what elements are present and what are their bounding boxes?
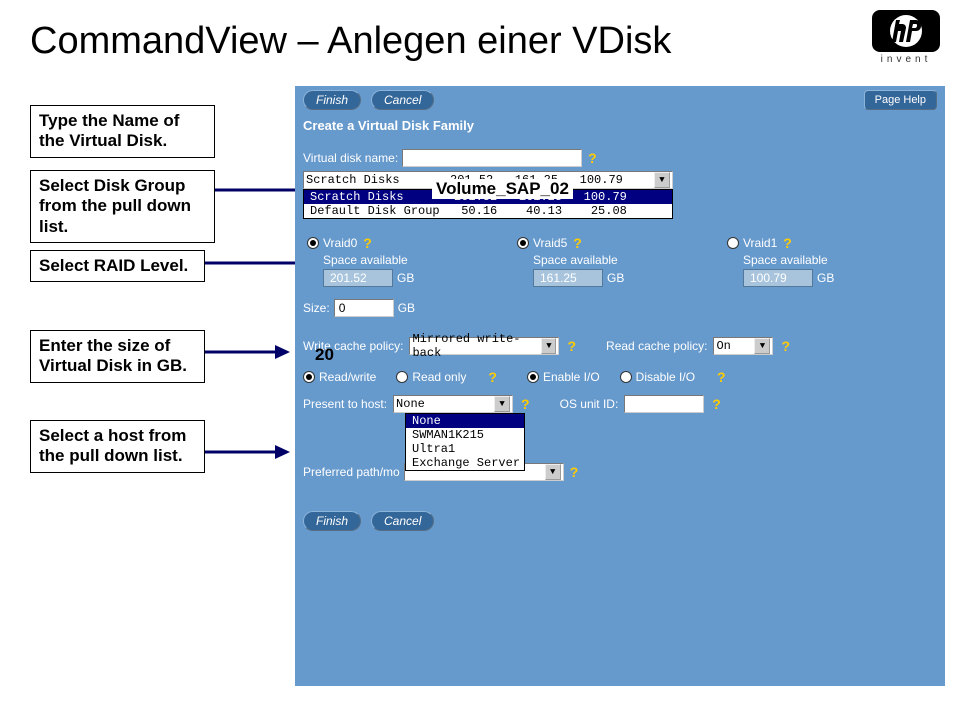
vdisk-name-input[interactable] [402, 149, 582, 167]
host-dropdown[interactable]: None SWMAN1K215 Ultra1 Exchange Server [405, 413, 525, 471]
help-icon[interactable]: ? [783, 235, 792, 251]
os-unit-id-label: OS unit ID: [560, 397, 619, 411]
help-icon[interactable]: ? [588, 150, 597, 166]
help-icon[interactable]: ? [567, 338, 576, 354]
help-icon[interactable]: ? [573, 235, 582, 251]
host-option[interactable]: None [406, 414, 524, 428]
help-icon[interactable]: ? [363, 235, 372, 251]
chevron-down-icon[interactable]: ▼ [541, 338, 556, 354]
host-selected-value: None [396, 397, 425, 411]
vraid5-space-value: 161.25 [533, 269, 603, 287]
present-to-host-select[interactable]: None ▼ [393, 395, 513, 413]
help-icon[interactable]: ? [488, 369, 497, 385]
readonly-label: Read only [412, 370, 466, 384]
unit-label: GB [397, 271, 414, 285]
read-cache-value: On [716, 339, 730, 353]
help-icon[interactable]: ? [521, 396, 530, 412]
size-unit-label: GB [398, 301, 415, 315]
enable-io-radio[interactable] [527, 371, 539, 383]
callout-size: Enter the size of Virtual Disk in GB. [30, 330, 205, 383]
vraid1-radio[interactable] [727, 237, 739, 249]
space-available-label: Space available [323, 253, 513, 267]
raid-col-vraid1: Vraid1 ? Space available 100.79 GB [727, 235, 933, 287]
size-input[interactable] [334, 299, 394, 317]
present-to-host-label: Present to host: [303, 397, 387, 411]
chevron-down-icon[interactable]: ▼ [654, 172, 670, 188]
raid-col-vraid0: Vraid0 ? Space available 201.52 GB [307, 235, 513, 287]
read-cache-select[interactable]: On ▼ [713, 337, 773, 355]
page-help-button[interactable]: Page Help [864, 90, 937, 110]
vraid0-space-value: 201.52 [323, 269, 393, 287]
form-area: Virtual disk name: ? Scratch Disks 201.5… [295, 141, 945, 489]
host-option[interactable]: Exchange Server [406, 456, 524, 470]
disable-io-radio[interactable] [620, 371, 632, 383]
preferred-path-label: Preferred path/mo [303, 465, 400, 479]
chevron-down-icon[interactable]: ▼ [545, 464, 561, 480]
disk-group-option[interactable]: Default Disk Group 50.16 40.13 25.08 [304, 204, 672, 218]
chevron-down-icon[interactable]: ▼ [754, 338, 770, 354]
help-icon[interactable]: ? [781, 338, 790, 354]
unit-label: GB [817, 271, 834, 285]
readwrite-radio[interactable] [303, 371, 315, 383]
help-icon[interactable]: ? [570, 464, 579, 480]
hp-invent-text: invent [872, 54, 940, 65]
write-cache-value: Mirrored write-back [412, 332, 539, 360]
space-available-label: Space available [743, 253, 933, 267]
help-icon[interactable]: ? [717, 369, 726, 385]
commandview-panel: Finish Cancel Page Help Create a Virtual… [295, 86, 945, 686]
callout-diskgroup: Select Disk Group from the pull down lis… [30, 170, 215, 243]
host-option[interactable]: SWMAN1K215 [406, 428, 524, 442]
enable-io-label: Enable I/O [543, 370, 600, 384]
vraid1-label: Vraid1 [743, 236, 777, 250]
write-cache-select[interactable]: Mirrored write-back ▼ [409, 337, 559, 355]
callout-raid: Select RAID Level. [30, 250, 205, 282]
os-unit-id-input[interactable] [624, 395, 704, 413]
readonly-radio[interactable] [396, 371, 408, 383]
disable-io-label: Disable I/O [636, 370, 695, 384]
panel-title: Create a Virtual Disk Family [295, 114, 945, 141]
arrow-icon [205, 340, 290, 370]
arrow-icon [205, 440, 290, 470]
vraid5-label: Vraid5 [533, 236, 567, 250]
vraid0-label: Vraid0 [323, 236, 357, 250]
space-available-label: Space available [533, 253, 723, 267]
raid-col-vraid5: Vraid5 ? Space available 161.25 GB [517, 235, 723, 287]
callout-host: Select a host from the pull down list. [30, 420, 205, 473]
vraid5-radio[interactable] [517, 237, 529, 249]
readwrite-label: Read/write [319, 370, 376, 384]
overlay-vdisk-name: Volume_SAP_02 [432, 179, 573, 199]
chevron-down-icon[interactable]: ▼ [494, 396, 510, 412]
size-label: Size: [303, 301, 330, 315]
hp-logo: invent [872, 10, 940, 65]
raid-level-row: Vraid0 ? Space available 201.52 GB Vraid… [303, 235, 937, 287]
hp-logo-icon [872, 10, 940, 52]
finish-button[interactable]: Finish [303, 511, 361, 531]
callout-name: Type the Name of the Virtual Disk. [30, 105, 215, 158]
read-cache-label: Read cache policy: [606, 339, 707, 353]
slide-title: CommandView – Anlegen einer VDisk [30, 20, 671, 63]
vraid1-space-value: 100.79 [743, 269, 813, 287]
unit-label: GB [607, 271, 624, 285]
help-icon[interactable]: ? [712, 396, 721, 412]
bottom-button-bar: Finish Cancel [295, 507, 945, 535]
vdisk-name-label: Virtual disk name: [303, 151, 398, 165]
cancel-button[interactable]: Cancel [371, 511, 434, 531]
vraid0-radio[interactable] [307, 237, 319, 249]
cancel-button[interactable]: Cancel [371, 90, 434, 110]
overlay-size: 20 [315, 345, 334, 365]
host-option[interactable]: Ultra1 [406, 442, 524, 456]
finish-button[interactable]: Finish [303, 90, 361, 110]
top-button-bar: Finish Cancel Page Help [295, 86, 945, 114]
